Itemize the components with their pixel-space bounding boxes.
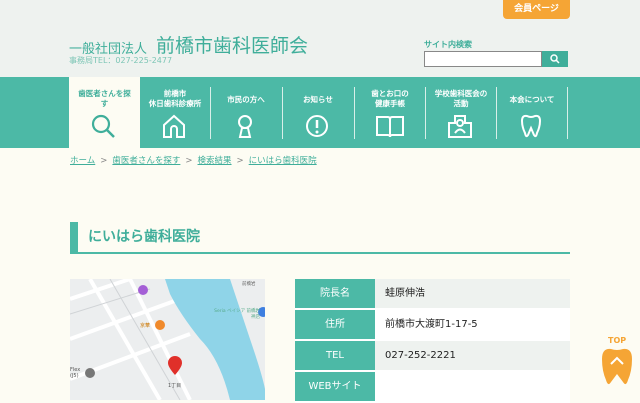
map-label: 前橋岩 <box>242 282 256 287</box>
table-row: 住所 前橋市大渡町1-17-5 <box>295 310 570 341</box>
exclamation-icon <box>306 115 328 137</box>
nav-find-dentist[interactable]: 歯医者さんを探す <box>69 77 140 148</box>
top-label: TOP <box>608 336 627 345</box>
map-label: 京華 <box>140 323 151 329</box>
page-title: にいはら歯科医院 <box>70 222 570 254</box>
book-icon <box>376 116 404 138</box>
row-label: 住所 <box>295 310 375 339</box>
breadcrumb: ホーム > 歯医者さんを探す > 検索結果 > にいはら歯科医院 <box>70 156 317 166</box>
tooth-icon <box>520 114 542 138</box>
table-row: 院長名 蛙原伸浩 <box>295 279 570 310</box>
tooth-icon <box>602 348 632 385</box>
nav-citizens[interactable]: 市民の方へ <box>211 77 281 148</box>
search-label: サイト内検索 <box>424 40 472 49</box>
nav-school-dental[interactable]: 学校歯科医会の 活動 <box>426 77 496 148</box>
nav-holiday-clinic[interactable]: 前橋市 休日歯科診療所 <box>140 77 210 148</box>
search-button[interactable] <box>542 51 568 67</box>
row-value[interactable] <box>375 372 570 401</box>
nav-news[interactable]: お知らせ <box>283 77 353 148</box>
clinic-info-table: 院長名 蛙原伸浩 住所 前橋市大渡町1-17-5 TEL 027-252-2221 W… <box>295 279 570 403</box>
search-icon <box>550 53 560 64</box>
school-icon <box>448 115 472 138</box>
nav-about[interactable]: 本会について <box>497 77 567 148</box>
row-value[interactable]: 027-252-2221 <box>375 341 570 370</box>
breadcrumb-home[interactable]: ホーム <box>70 156 95 166</box>
table-row: TEL 027-252-2221 <box>295 341 570 372</box>
row-value: 蛙原伸浩 <box>375 279 570 308</box>
office-tel: 事務局TEL：027-225-2477 <box>69 56 173 65</box>
back-to-top-button[interactable]: TOP <box>600 336 634 386</box>
row-label: WEBサイト <box>295 372 375 401</box>
map-label: Seria ベイシア 前橋岩神店 <box>214 309 260 320</box>
nav-health-notebook[interactable]: 歯とお口の 健康手帳 <box>355 77 425 148</box>
table-row: WEBサイト <box>295 372 570 403</box>
search-input[interactable] <box>424 51 542 67</box>
person-icon <box>238 115 252 138</box>
member-page-button[interactable]: 会員ページ <box>503 0 570 19</box>
row-value: 前橋市大渡町1-17-5 <box>375 310 570 339</box>
breadcrumb-search-results[interactable]: 検索結果 <box>198 156 232 166</box>
home-icon <box>163 114 185 138</box>
map[interactable]: Seria ベイシア 前橋岩神店 京華 Flex (J5) 1丁目 前橋岩 <box>70 279 265 400</box>
site-logo[interactable]: 前橋市歯科医師会 <box>156 31 308 58</box>
search-icon <box>91 114 115 138</box>
breadcrumb-find-dentist[interactable]: 歯医者さんを探す <box>112 156 180 166</box>
row-label: TEL <box>295 341 375 370</box>
row-label: 院長名 <box>295 279 375 308</box>
map-label: Flex (J5) <box>70 367 81 379</box>
breadcrumb-current[interactable]: にいはら歯科医院 <box>249 156 317 166</box>
header: 会員ページ 一般社団法人 前橋市歯科医師会 事務局TEL：027-225-247… <box>0 0 640 77</box>
map-label: 1丁目 <box>168 383 182 389</box>
main-nav: 歯医者さんを探す 前橋市 休日歯科診療所 市民の方へ お知らせ 歯とお口の 健康… <box>0 77 640 148</box>
